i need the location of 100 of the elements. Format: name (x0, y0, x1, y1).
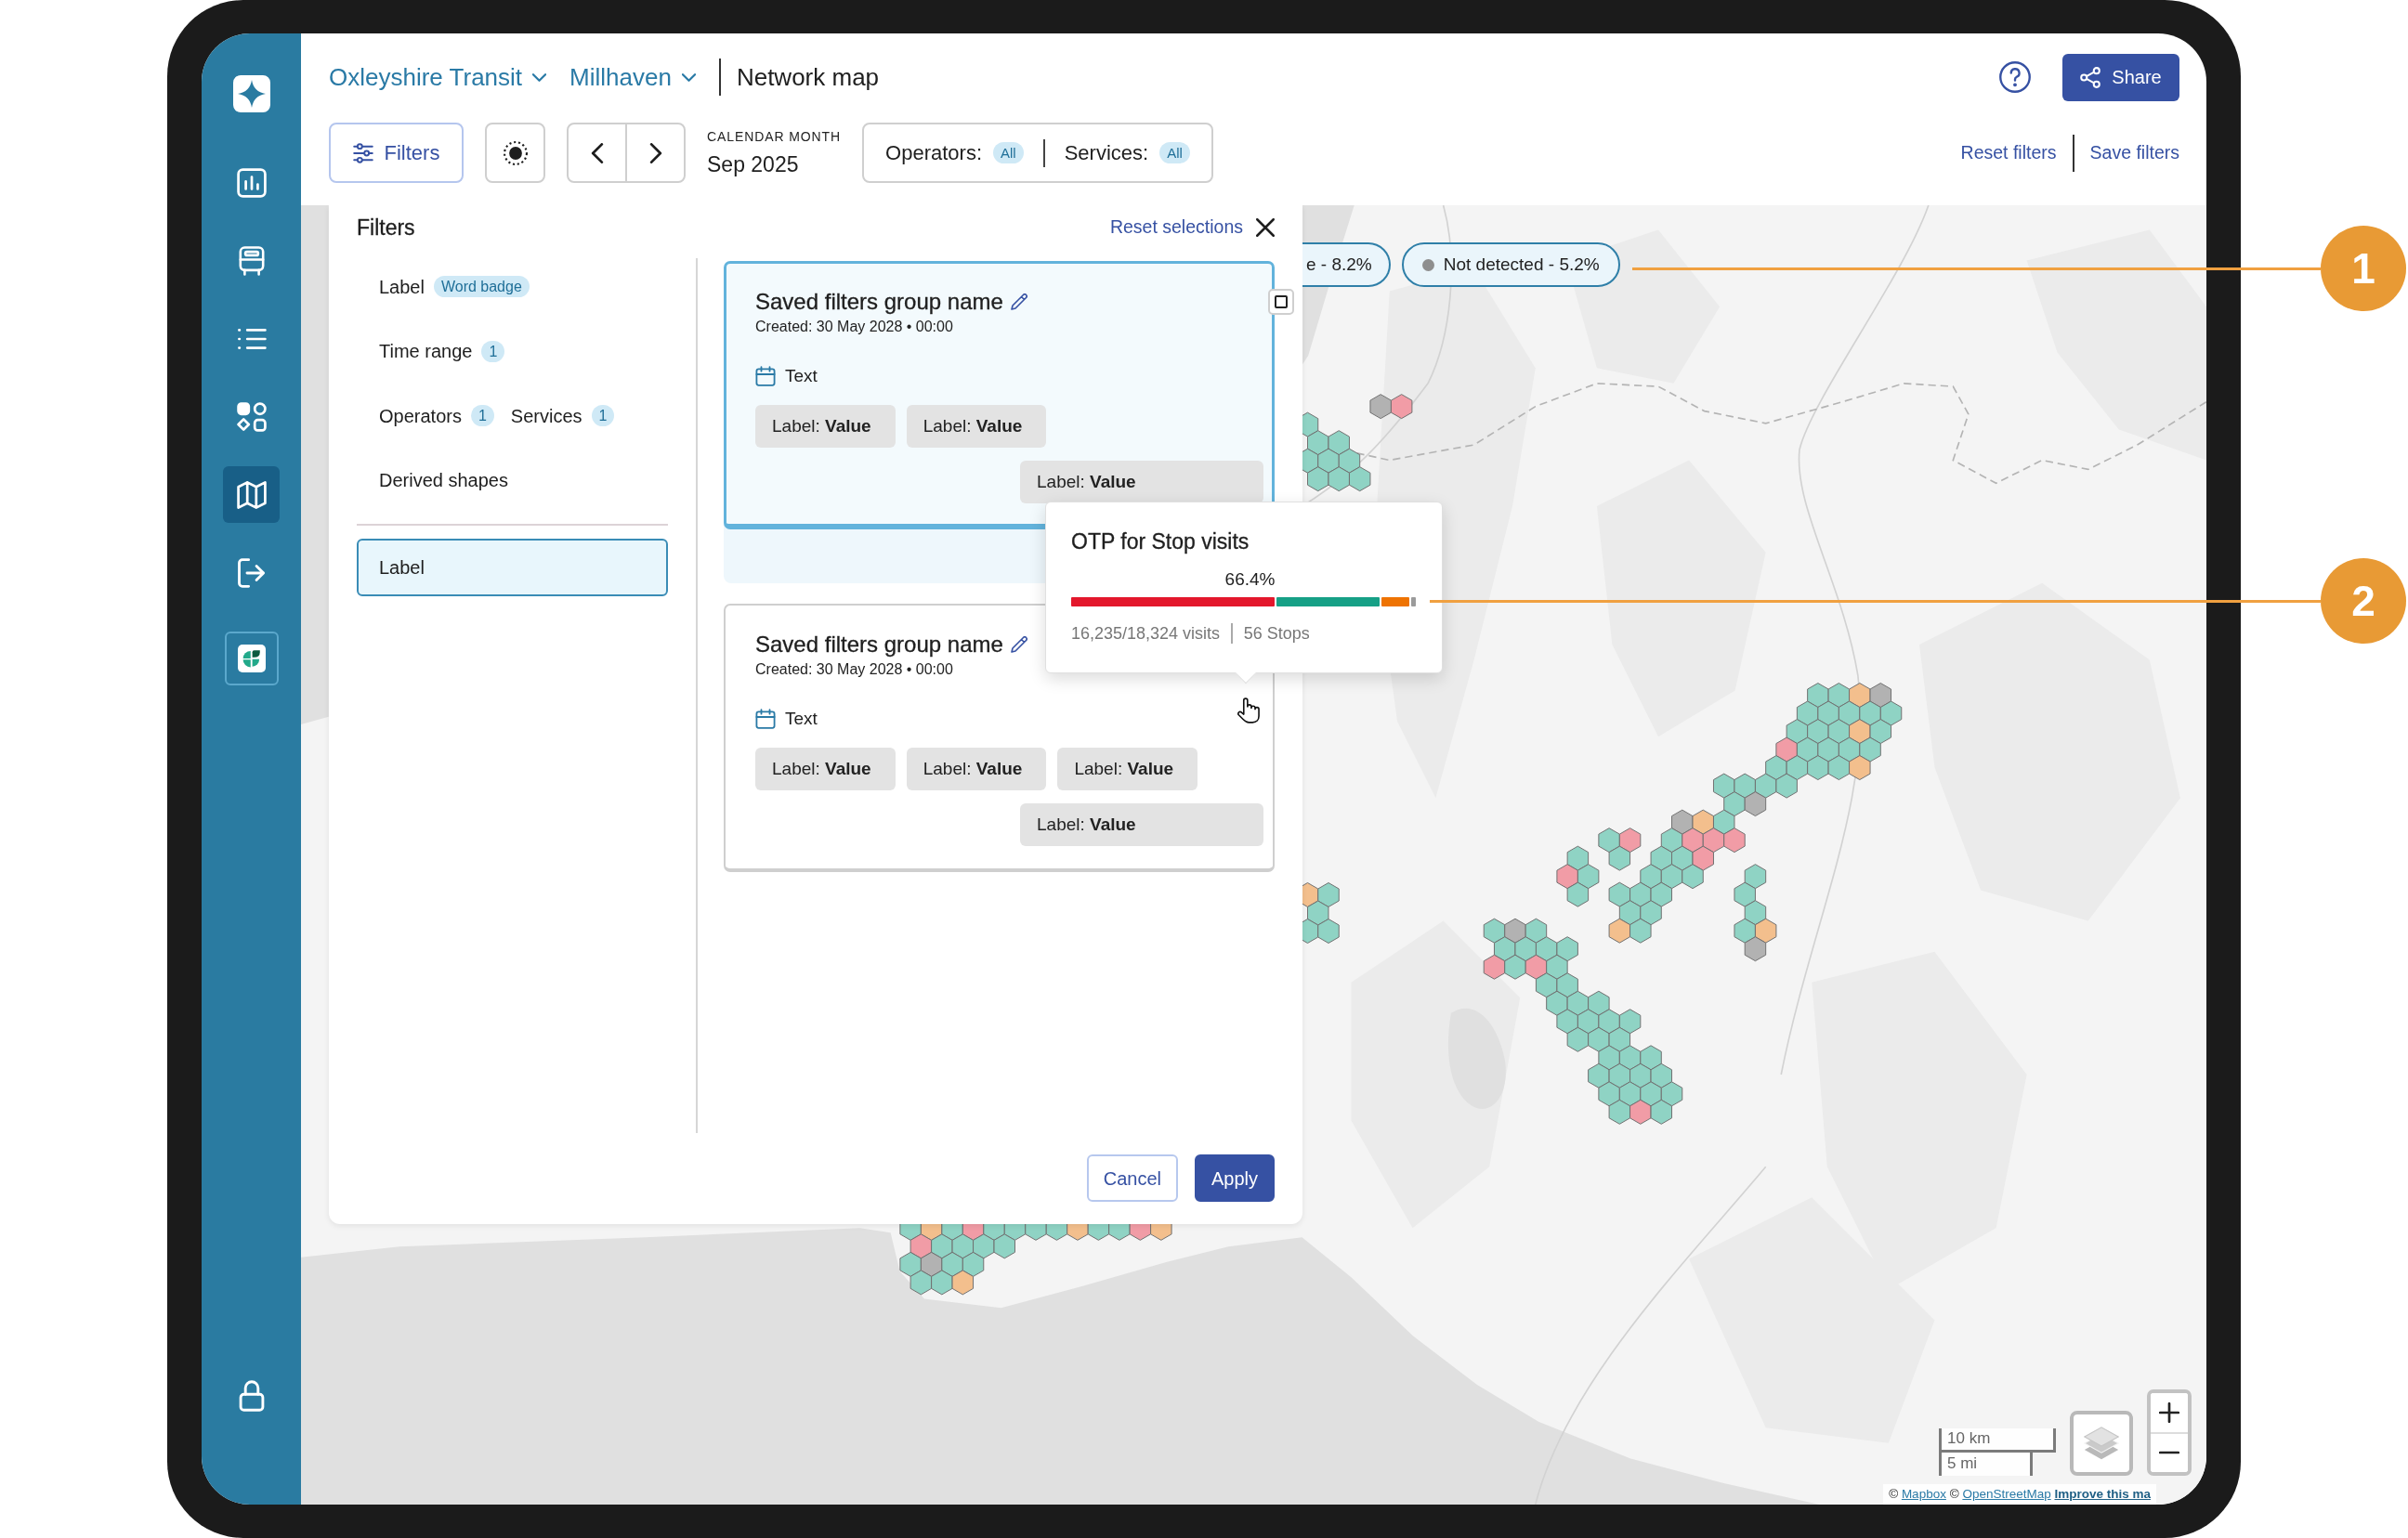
filter-badge: 1 (481, 340, 505, 362)
hex-tile (1713, 809, 1735, 835)
attribution-link[interactable]: Mapbox (1901, 1487, 1946, 1501)
hex-tile (1849, 755, 1871, 781)
filter-chip[interactable]: Label: Value (755, 405, 896, 448)
hex-tile (1618, 1045, 1642, 1071)
brightness-icon (503, 140, 528, 165)
hex-tile (1535, 936, 1558, 962)
hex-tile (1817, 700, 1839, 726)
toolbar-link[interactable]: Reset filters (1960, 138, 2057, 167)
hex-tile (1556, 972, 1578, 998)
scope-selector[interactable]: Operators: All Services: All (862, 123, 1213, 183)
filter-category[interactable]: Operators (379, 401, 462, 430)
hex-tile (1734, 773, 1756, 799)
hex-tile (1629, 918, 1652, 944)
hex-tile (1494, 936, 1516, 962)
filter-chip[interactable]: Label: Value (1020, 461, 1263, 503)
legend-label: e - 8.2% (1306, 253, 1372, 276)
close-icon[interactable] (1256, 218, 1275, 237)
hex-tile (1608, 881, 1631, 907)
legend-chip[interactable]: e - 8.2% (1302, 242, 1391, 287)
pencil-icon[interactable] (1010, 636, 1027, 653)
hex-tile (941, 1251, 963, 1277)
hex-tile (1849, 683, 1871, 708)
minus-icon (2159, 1451, 2179, 1455)
hex-tile (1827, 719, 1851, 745)
filter-chip[interactable]: Label: Value (906, 405, 1047, 448)
toolbar-link[interactable]: Save filters (2089, 138, 2179, 167)
attribution-link[interactable]: Improve this ma (2054, 1487, 2151, 1501)
zoom-in-button[interactable] (2151, 1393, 2188, 1434)
chevron-down-icon (532, 72, 547, 82)
cancel-button[interactable]: Cancel (1086, 1154, 1178, 1202)
created-date: Created: 30 May 2028 • 00:00 (755, 660, 953, 679)
hand-cursor-icon (1237, 697, 1260, 723)
hex-tile (1640, 864, 1662, 890)
hex-tile (1786, 719, 1809, 745)
date-label: Text (785, 364, 818, 387)
saved-group-item[interactable]: Label (357, 539, 668, 596)
hex-tile (1807, 683, 1829, 708)
hex-tile (1629, 881, 1652, 907)
filter-category[interactable]: Label (379, 272, 425, 301)
hex-tile (1796, 700, 1819, 726)
hex-tile (1849, 719, 1871, 745)
calendar-icon (755, 366, 776, 386)
hex-tile (1588, 990, 1610, 1016)
hex-tile (1608, 918, 1631, 944)
pencil-icon[interactable] (1010, 293, 1027, 310)
filter-badge: 1 (470, 405, 494, 427)
hex-tile (1514, 936, 1537, 962)
breadcrumb-dropdown[interactable]: Millhaven (569, 62, 696, 92)
nav-button[interactable] (223, 466, 280, 523)
hex-tile (1650, 1062, 1673, 1088)
checkbox[interactable] (1275, 295, 1288, 308)
hex-tile (1348, 466, 1371, 492)
breadcrumb-dropdown[interactable]: Oxleyshire Transit (329, 62, 547, 92)
hex-tile (1744, 900, 1767, 926)
nav-button[interactable] (224, 632, 279, 685)
map-icon (236, 479, 267, 510)
logo-icon (232, 75, 270, 112)
shapes-grid-icon (236, 401, 267, 432)
filter-chip[interactable]: Label: Value (906, 748, 1047, 790)
plus-icon (2159, 1401, 2179, 1423)
percent-label: 66.4% (1224, 569, 1276, 589)
filter-category[interactable]: Services (510, 401, 582, 430)
hex-tile (1744, 791, 1767, 817)
hex-tile (1859, 736, 1881, 762)
hex-tile (1566, 881, 1590, 907)
filter-category[interactable]: Time range (379, 337, 473, 366)
filter-category[interactable]: Derived shapes (379, 466, 508, 495)
scope-label: Operators: (885, 140, 982, 166)
chevron-down-icon (681, 72, 696, 82)
filter-chip[interactable]: Label: Value (1057, 748, 1198, 790)
hex-tile (1660, 864, 1683, 890)
reset-selections-link[interactable]: Reset selections (1109, 214, 1243, 241)
help-icon[interactable] (1999, 61, 2031, 93)
scope-label: Services: (1064, 140, 1149, 166)
share-icon (2080, 66, 2101, 88)
filters-button[interactable]: Filters (329, 123, 464, 183)
share-button[interactable]: Share (2062, 53, 2179, 101)
hex-tile (1577, 1009, 1600, 1035)
legend-chip[interactable]: Not detected - 5.2% (1401, 242, 1620, 287)
chevron-right-icon (648, 142, 662, 163)
filter-chip[interactable]: Label: Value (1020, 803, 1263, 846)
hex-tile (1744, 864, 1767, 890)
hex-tile (1754, 918, 1777, 944)
hex-tile (1598, 828, 1620, 854)
filter-chip[interactable]: Label: Value (755, 748, 896, 790)
attribution-link[interactable]: OpenStreetMap (1962, 1487, 2051, 1501)
apply-button[interactable]: Apply (1194, 1154, 1275, 1202)
copyright-sign: © (1949, 1487, 1959, 1501)
hex-tile (1328, 466, 1350, 492)
theme-toggle-button[interactable] (485, 123, 545, 183)
hex-tile (1723, 828, 1746, 854)
hex-tile (1577, 864, 1600, 890)
hex-tile (1546, 954, 1568, 980)
lock-icon[interactable] (238, 1380, 265, 1412)
saved-filter-card[interactable]: Saved filters group name Created: 30 May 2028 • 00:00 Text Label: Value Label: Value Label: Value (724, 261, 1275, 529)
hex-tile (1338, 448, 1361, 474)
hex-tile (1807, 719, 1829, 745)
layers-icon (2084, 1427, 2119, 1460)
